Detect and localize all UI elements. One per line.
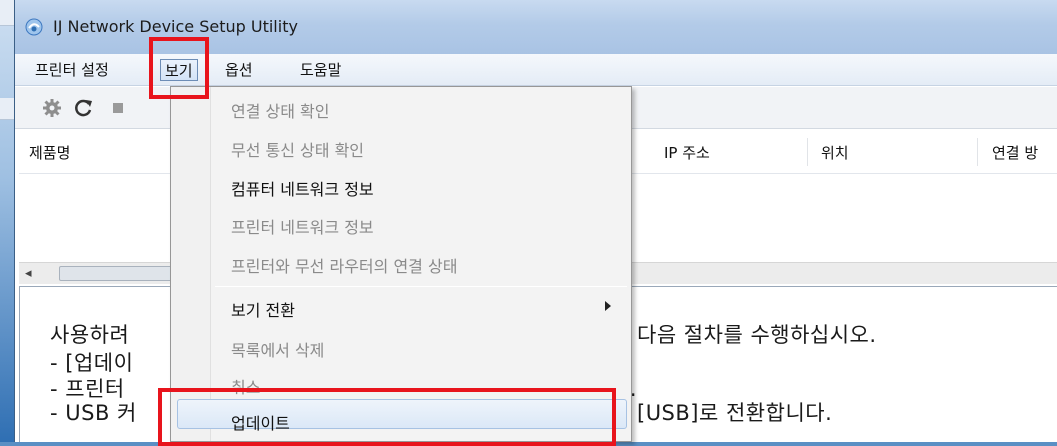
menu-printer-settings[interactable]: 프린터 설정: [31, 59, 113, 81]
column-location[interactable]: 위치: [821, 142, 849, 163]
menu-item-wireless-status[interactable]: 무선 통신 상태 확인: [231, 137, 364, 161]
submenu-arrow-icon: [605, 301, 611, 311]
info-line-1-end: 우 다음 절차를 수행하십시오.: [610, 323, 877, 347]
menu-help[interactable]: 도움말: [296, 59, 345, 81]
gear-icon[interactable]: [41, 97, 63, 119]
column-divider: [977, 138, 978, 166]
stop-icon[interactable]: [107, 97, 129, 119]
refresh-icon[interactable]: [73, 97, 95, 119]
column-ip-address[interactable]: IP 주소: [664, 142, 710, 163]
app-logo-icon: [25, 18, 43, 36]
window-title: IJ Network Device Setup Utility: [53, 17, 298, 36]
menu-item-computer-network-info[interactable]: 컴퓨터 네트워크 정보: [231, 176, 374, 200]
menu-item-switch-view[interactable]: 보기 전환: [231, 297, 295, 321]
menu-item-delete-from-list[interactable]: 목록에서 삭제: [231, 337, 324, 361]
column-product-name[interactable]: 제품명: [29, 142, 70, 163]
highlight-box-update: [158, 388, 616, 446]
menu-separator: [215, 286, 627, 287]
app-window: IJ Network Device Setup Utility 프린터 설정 보…: [14, 0, 1057, 446]
info-line-1-start: 사용하려: [50, 323, 130, 347]
menu-item-printer-network-info[interactable]: 프린터 네트워크 정보: [231, 214, 374, 238]
info-line-4-end: 를 [USB]로 전환합니다.: [610, 401, 833, 425]
scroll-left-icon[interactable]: ◂: [25, 266, 32, 281]
menu-options[interactable]: 옵션: [221, 59, 257, 81]
menu-item-printer-router-status[interactable]: 프린터와 무선 라우터의 연결 상태: [231, 253, 457, 277]
column-connection[interactable]: 연결 방: [992, 142, 1038, 163]
menu-item-check-connection[interactable]: 연결 상태 확인: [231, 98, 330, 122]
info-line-4-start: - USB 커: [50, 401, 137, 425]
column-divider: [807, 138, 808, 166]
highlight-box-view-menu: [149, 37, 209, 99]
